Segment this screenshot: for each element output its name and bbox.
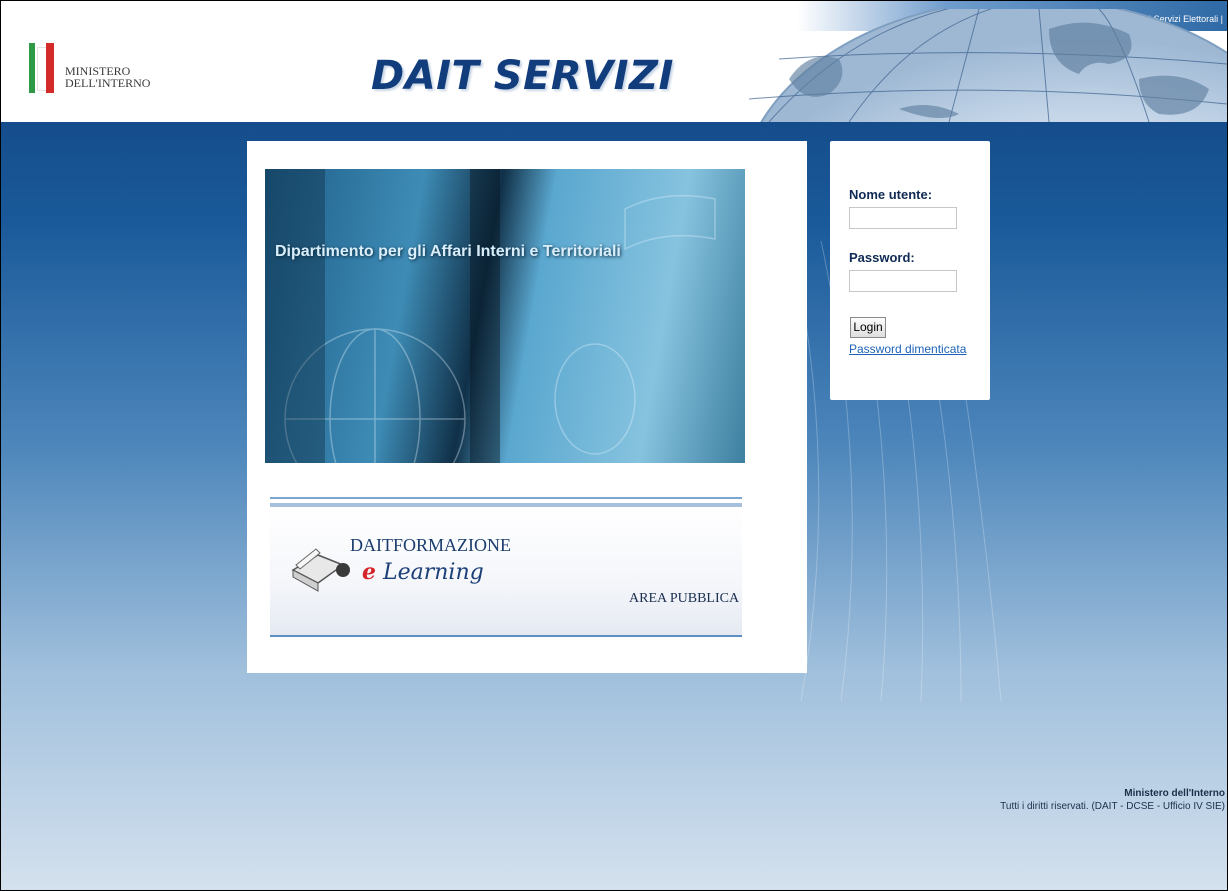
- hero-image: [265, 169, 716, 463]
- flag-green: [29, 43, 35, 93]
- password-label: Password:: [849, 250, 915, 265]
- elearning-subtitle: e Learning: [362, 559, 484, 585]
- elearning-banner[interactable]: DAITFORMAZIONE e Learning AREA PUBBLICA: [270, 497, 742, 637]
- globe-icon: [749, 9, 1227, 122]
- footer-title: Ministero dell'Interno: [1124, 788, 1225, 799]
- area-pubblica-link[interactable]: AREA PUBBLICA: [629, 591, 739, 607]
- book-icon: [291, 548, 350, 592]
- hero-title: Dipartimento per gli Affari Interni e Te…: [275, 243, 621, 260]
- login-panel: Nome utente: Password: Login Password di…: [830, 141, 990, 400]
- flag-red: [46, 43, 54, 93]
- username-input[interactable]: [849, 207, 957, 229]
- divider: [270, 497, 742, 499]
- hero-banner: Dipartimento per gli Affari Interni e Te…: [265, 169, 745, 463]
- forgot-password-link[interactable]: Password dimenticata: [849, 342, 966, 356]
- logo-text: MINISTERO DELL'INTERNO: [65, 65, 150, 89]
- elearning-word: Learning: [383, 560, 484, 585]
- login-button[interactable]: Login: [850, 317, 886, 338]
- header: Dipartimento per gli Affari Interni e Te…: [1, 1, 1227, 122]
- footer-copyright: Tutti i diritti riservati. (DAIT - DCSE …: [1000, 801, 1225, 812]
- username-label: Nome utente:: [849, 187, 933, 202]
- logo-line2: DELL'INTERNO: [65, 76, 151, 90]
- password-input[interactable]: [849, 270, 957, 292]
- elearning-e: e: [362, 559, 376, 585]
- page-frame: Dipartimento per gli Affari Interni e Te…: [0, 0, 1228, 891]
- main-panel: Dipartimento per gli Affari Interni e Te…: [247, 141, 807, 673]
- brand-title: DAIT SERVIZI: [371, 53, 674, 99]
- footer: Ministero dell'Interno Tutti i diritti r…: [1000, 787, 1225, 813]
- elearning-title: DAITFORMAZIONE: [350, 535, 511, 555]
